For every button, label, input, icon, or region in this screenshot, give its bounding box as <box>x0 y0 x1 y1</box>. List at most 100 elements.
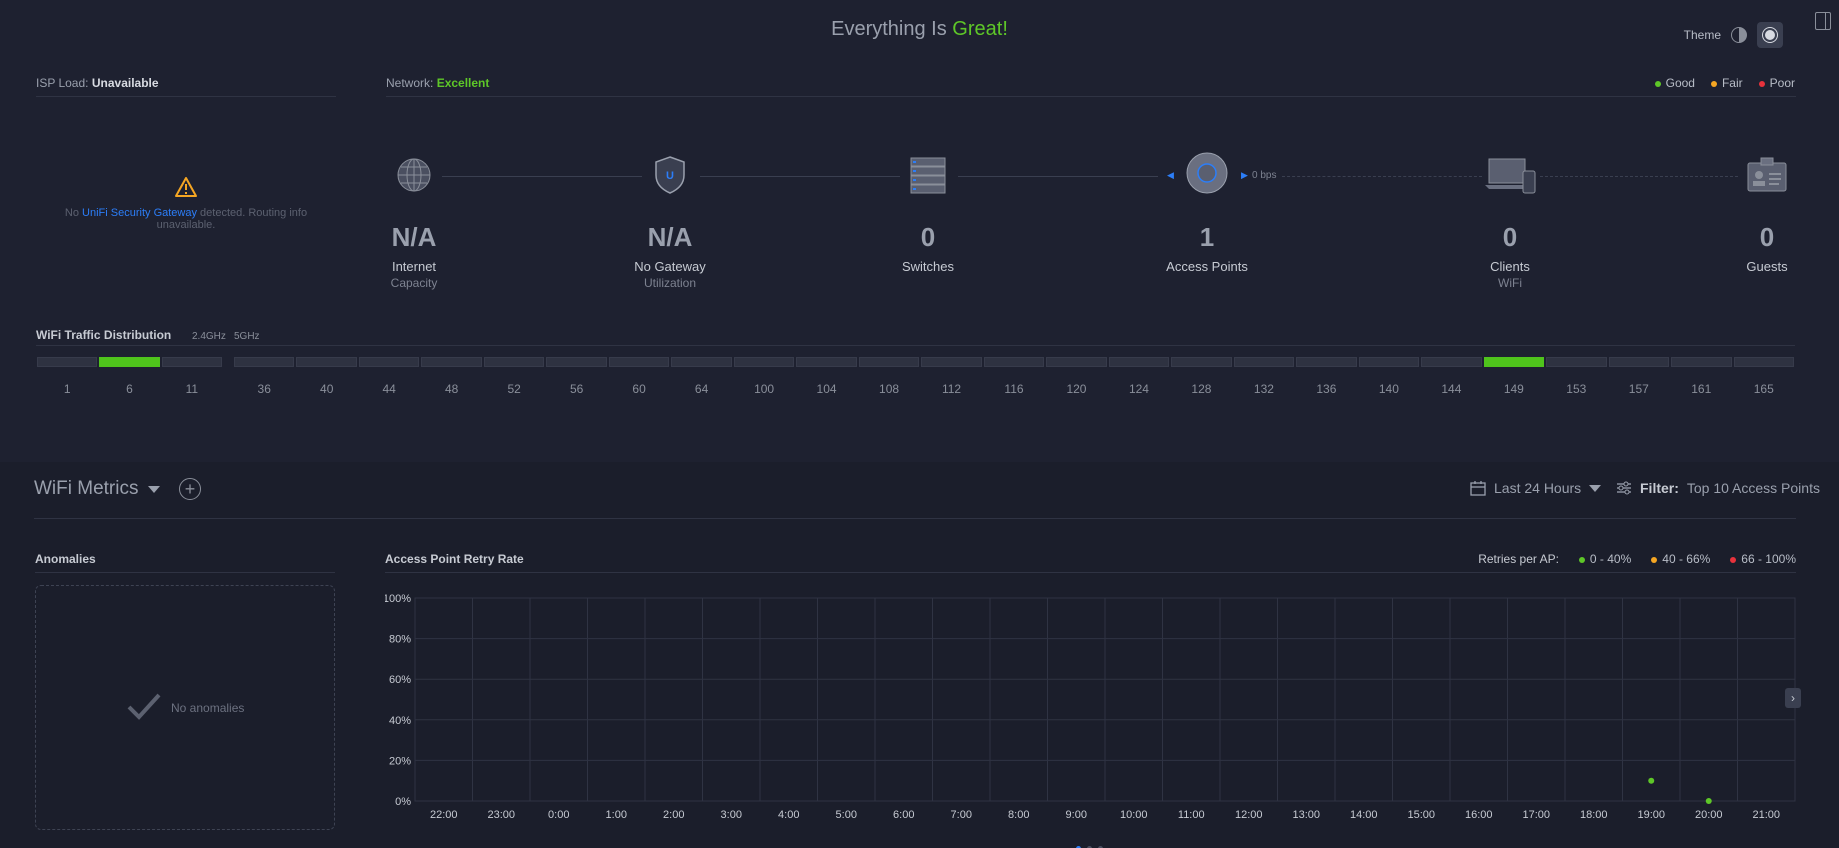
no-gateway-warning: No UniFi Security Gateway detected. Rout… <box>36 207 336 231</box>
chevron-down-icon <box>148 485 161 493</box>
ch5-bar-48 <box>421 357 482 367</box>
x-tick-label: 17:00 <box>1522 809 1550 821</box>
ch5-label-44: 44 <box>382 382 396 396</box>
x-tick-label: 23:00 <box>487 809 515 821</box>
internet-value: N/A <box>391 222 437 252</box>
gateway-sub: Utilization <box>643 276 697 290</box>
warning-icon <box>174 176 198 201</box>
ch5-bar-100 <box>733 357 795 367</box>
switches-label: Switches <box>901 259 955 274</box>
clients-label: Clients <box>1490 259 1530 274</box>
ch5-bar-149 <box>1483 357 1545 367</box>
link-switch-ap <box>958 176 1158 177</box>
ch5-bar-36 <box>234 357 295 367</box>
theme-dark-button[interactable] <box>1757 22 1783 48</box>
x-tick-label: 20:00 <box>1695 809 1723 821</box>
guest-badge-icon <box>1747 157 1787 196</box>
ch5-label-36: 36 <box>257 382 271 396</box>
x-tick-label: 12:00 <box>1235 809 1263 821</box>
link-ap-clients <box>1282 176 1482 177</box>
band-24-label: 2.4GHz <box>192 331 226 342</box>
ch24-bar-1 <box>37 357 98 367</box>
guests-label: Guests <box>1746 259 1788 274</box>
ch5-bar-140 <box>1358 357 1420 367</box>
gateway-value: N/A <box>647 222 693 252</box>
ch5-bar-44 <box>358 357 420 367</box>
ch5-bar-120 <box>1046 357 1107 367</box>
wifi-metrics-title: WiFi Metrics <box>34 478 139 499</box>
x-tick-label: 5:00 <box>836 809 857 821</box>
ch5-bar-56 <box>546 357 607 367</box>
ch5-label-161: 161 <box>1691 382 1712 396</box>
usg-link[interactable]: UniFi Security Gateway <box>82 207 197 219</box>
filter-button[interactable]: Filter: Top 10 Access Points <box>1616 480 1820 496</box>
retry-data-point[interactable] <box>1648 777 1655 784</box>
isp-load-value: Unavailable <box>91 76 159 90</box>
node-guests[interactable]: 0 Guests <box>1707 222 1827 274</box>
ch5-label-149: 149 <box>1503 382 1524 396</box>
ch5-label-120: 120 <box>1066 382 1087 396</box>
side-panel-toggle-icon[interactable] <box>1815 12 1831 30</box>
time-range-dropdown[interactable]: Last 24 Hours <box>1470 480 1602 496</box>
theme-contrast-icon[interactable] <box>1731 27 1747 43</box>
ap-throughput: 0 bps <box>1252 170 1277 181</box>
channels-5ghz: 36 40 44 48 52 56 60 64 100 104 108 112 116 120 124 128… <box>233 356 1795 396</box>
node-switches[interactable]: 0 Switches <box>868 222 988 274</box>
left-arrow-icon: ◀ <box>1167 170 1174 180</box>
right-arrow-icon: ▶ <box>1241 170 1248 180</box>
ch5-label-153: 153 <box>1566 382 1587 396</box>
ch24-bar-11 <box>161 357 222 367</box>
traffic-divider <box>36 345 1795 346</box>
x-tick-label: 19:00 <box>1637 809 1665 821</box>
y-tick-label: 80% <box>389 634 411 646</box>
isp-load-label: ISP Load: <box>36 76 89 90</box>
x-tick-label: 10:00 <box>1120 809 1148 821</box>
link-clients-guests <box>1540 176 1738 177</box>
network-label: Network: <box>386 76 434 90</box>
x-tick-label: 7:00 <box>951 809 972 821</box>
ch5-bar-104 <box>796 357 857 367</box>
legend-good: Good <box>1654 76 1695 90</box>
x-tick-label: 2:00 <box>663 809 684 821</box>
ch5-bar-161 <box>1671 357 1732 367</box>
globe-icon <box>396 157 432 196</box>
x-tick-label: 3:00 <box>721 809 742 821</box>
y-tick-label: 20% <box>389 755 411 767</box>
channels-24ghz: 1 6 11 <box>36 356 223 396</box>
ch5-bar-132 <box>1233 357 1295 367</box>
x-tick-label: 11:00 <box>1178 809 1205 821</box>
ch5-label-165: 165 <box>1753 382 1774 396</box>
chart-next-button[interactable]: › <box>1785 688 1801 708</box>
node-access-points[interactable]: 1 Access Points <box>1147 222 1267 274</box>
legend-poor: Poor <box>1758 76 1795 90</box>
x-tick-label: 9:00 <box>1066 809 1087 821</box>
ch5-bar-52 <box>483 357 545 367</box>
checkmark-icon <box>126 692 162 725</box>
ch5-bar-157 <box>1608 357 1670 367</box>
ch5-label-136: 136 <box>1316 382 1337 396</box>
node-internet[interactable]: N/A Internet Capacity <box>354 222 474 290</box>
metrics-divider <box>34 518 1796 519</box>
ch5-label-104: 104 <box>816 382 837 396</box>
ch24-label-1: 1 <box>63 382 71 396</box>
switches-value: 0 <box>920 222 936 252</box>
link-internet-gateway <box>442 176 642 177</box>
guests-value: 0 <box>1759 222 1775 252</box>
ch5-bar-136 <box>1296 357 1357 367</box>
y-tick-label: 100% <box>385 593 411 605</box>
node-gateway[interactable]: N/A No Gateway Utilization <box>610 222 730 290</box>
retry-data-point[interactable] <box>1705 798 1712 804</box>
y-tick-label: 0% <box>395 796 411 808</box>
clients-sub: WiFi <box>1498 276 1522 290</box>
wifi-metrics-dropdown[interactable]: WiFi Metrics <box>34 478 161 500</box>
x-tick-label: 15:00 <box>1407 809 1435 821</box>
retry-rate-chart: 0% 20% 40% 60% 80% 100% 22:00 23:00 0:00 1:00 2:00… <box>385 593 1796 821</box>
node-clients[interactable]: 0 Clients WiFi <box>1450 222 1570 290</box>
ch5-bar-40 <box>296 357 357 367</box>
add-widget-button[interactable]: + <box>179 478 201 500</box>
gateway-label: No Gateway <box>634 259 706 274</box>
retry-legend-title: Retries per AP: <box>1478 552 1559 566</box>
ch5-label-64: 64 <box>694 382 709 396</box>
chart-pager <box>1073 840 1106 848</box>
wifi-traffic-title: WiFi Traffic Distribution <box>36 328 172 342</box>
